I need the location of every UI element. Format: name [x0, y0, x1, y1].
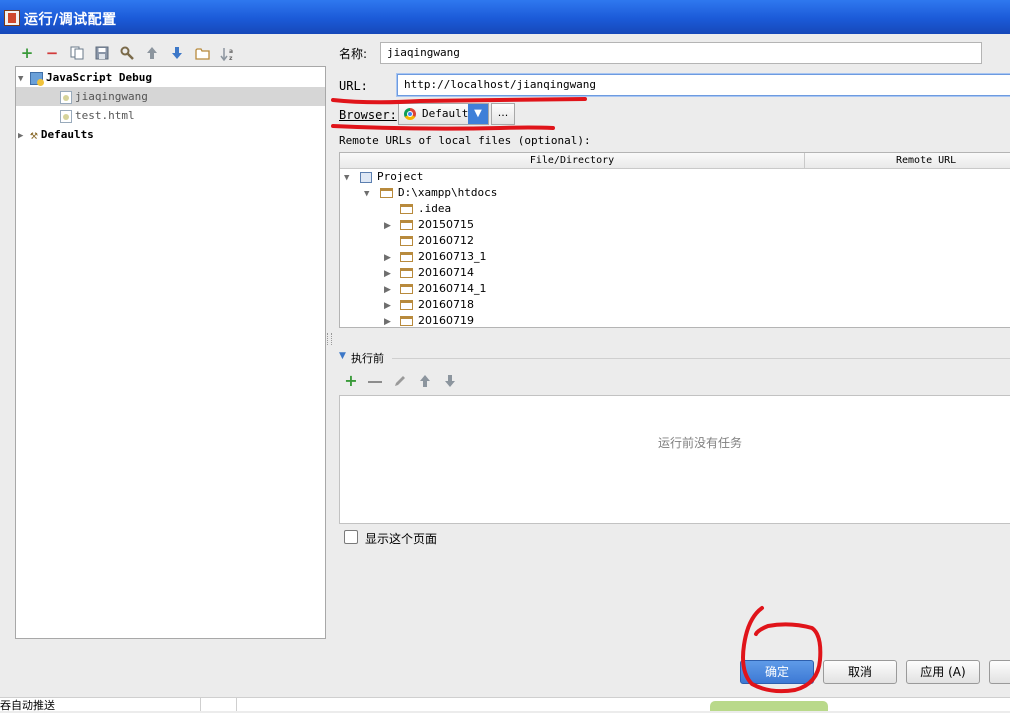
ok-circle-annotation: [741, 606, 823, 694]
url-underline-annotation: [331, 97, 587, 105]
browser-underline-annotation: [331, 124, 555, 131]
annotation-overlay: [331, 97, 823, 694]
